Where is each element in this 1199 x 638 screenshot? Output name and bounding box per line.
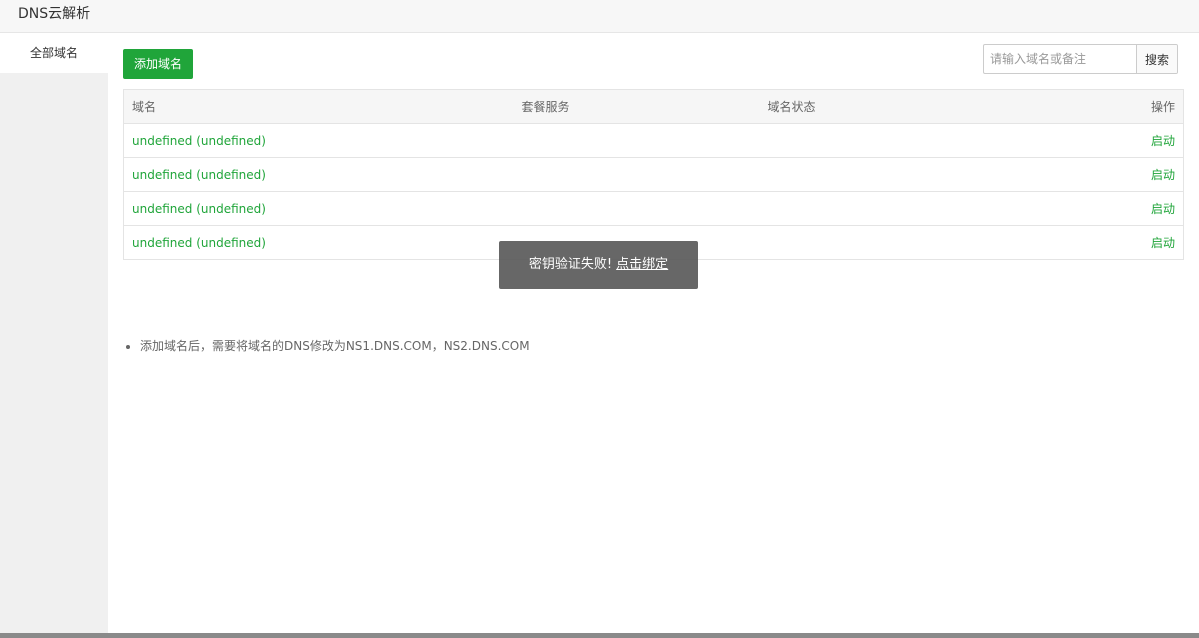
- toast-message: 密钥验证失败!: [528, 257, 613, 272]
- search-input[interactable]: [984, 45, 1136, 73]
- domain-table: 域名 套餐服务 域名状态 操作 undefined (undefined) 启动…: [123, 89, 1184, 260]
- error-toast: 密钥验证失败! 点击绑定: [499, 241, 698, 289]
- domain-cell[interactable]: undefined (undefined): [123, 157, 514, 192]
- title-bar: DNS云解析: [0, 0, 1199, 33]
- status-cell: [759, 157, 1064, 192]
- main-panel: 添加域名 搜索 域名 套餐服务 域名状态 操作 undefined (undef…: [108, 33, 1199, 633]
- status-cell: [759, 225, 1064, 260]
- status-cell: [759, 191, 1064, 226]
- table-row: undefined (undefined) 启动: [123, 191, 1184, 226]
- add-domain-button[interactable]: 添加域名: [123, 49, 193, 79]
- tip-item: 添加域名后，需要将域名的DNS修改为NS1.DNS.COM，NS2.DNS.CO…: [140, 336, 530, 356]
- sidebar: 全部域名: [0, 33, 108, 633]
- plan-cell: [513, 157, 760, 192]
- table-row: undefined (undefined) 启动: [123, 157, 1184, 192]
- status-cell: [759, 123, 1064, 158]
- start-link[interactable]: 启动: [1151, 168, 1175, 182]
- tips-list: 添加域名后，需要将域名的DNS修改为NS1.DNS.COM，NS2.DNS.CO…: [123, 336, 530, 356]
- domain-cell[interactable]: undefined (undefined): [123, 123, 514, 158]
- table-row: undefined (undefined) 启动: [123, 123, 1184, 158]
- window-title: DNS云解析: [18, 6, 91, 22]
- column-header-op: 操作: [1063, 89, 1184, 124]
- start-link[interactable]: 启动: [1151, 202, 1175, 216]
- plan-cell: [513, 123, 760, 158]
- start-link[interactable]: 启动: [1151, 236, 1175, 250]
- dns-window: DNS云解析 全部域名 添加域名 搜索 域名 套餐服务 域名状态 操作: [0, 0, 1199, 638]
- domain-cell[interactable]: undefined (undefined): [123, 191, 514, 226]
- start-link[interactable]: 启动: [1151, 134, 1175, 148]
- search-box: 搜索: [983, 44, 1178, 74]
- domain-cell[interactable]: undefined (undefined): [123, 225, 514, 260]
- search-button[interactable]: 搜索: [1136, 45, 1177, 73]
- sidebar-item-all-domains[interactable]: 全部域名: [0, 33, 108, 73]
- plan-cell: [513, 191, 760, 226]
- bottom-border: [0, 633, 1199, 638]
- column-header-plan: 套餐服务: [513, 89, 760, 124]
- bind-key-link[interactable]: 点击绑定: [616, 257, 668, 272]
- table-header-row: 域名 套餐服务 域名状态 操作: [123, 89, 1184, 124]
- column-header-domain: 域名: [123, 89, 514, 124]
- column-header-status: 域名状态: [759, 89, 1064, 124]
